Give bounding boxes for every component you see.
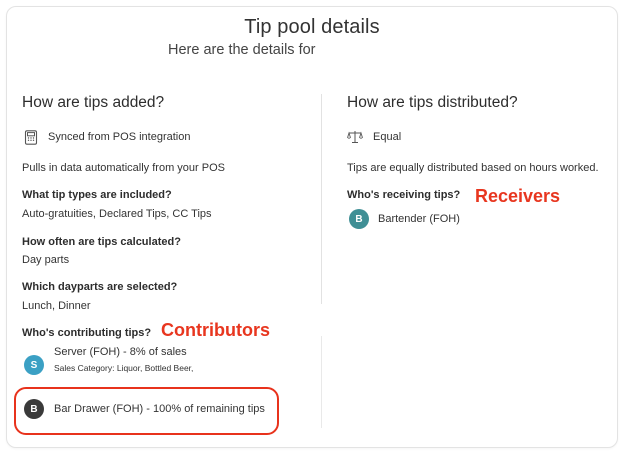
column-divider-lower	[321, 336, 322, 428]
balance-scale-icon	[347, 130, 363, 144]
receivers-annotation: Receivers	[475, 186, 561, 206]
receiving-question: Who's receiving tips?	[347, 189, 461, 201]
receiver-name: Bartender (FOH)	[378, 213, 460, 225]
frequency-question: How often are tips calculated?	[22, 236, 181, 248]
tip-source-label: Synced from POS integration	[48, 131, 191, 143]
tip-types-answer: Auto-gratuities, Declared Tips, CC Tips	[22, 208, 212, 220]
avatar: S	[24, 355, 44, 375]
dayparts-question: Which dayparts are selected?	[22, 281, 178, 293]
contributing-question: Who's contributing tips?	[22, 327, 152, 339]
distribution-description: Tips are equally distributed based on ho…	[347, 162, 599, 174]
distribution-method-row: Equal	[347, 130, 401, 144]
tip-source-description: Pulls in data automatically from your PO…	[22, 162, 225, 174]
tip-pool-card	[6, 6, 618, 448]
tips-added-heading: How are tips added?	[22, 94, 165, 111]
avatar: B	[349, 209, 369, 229]
tip-source-row: Synced from POS integration	[24, 130, 191, 145]
distribution-method-label: Equal	[373, 131, 402, 143]
pos-terminal-icon	[24, 130, 38, 145]
contributor-highlight-box	[14, 387, 279, 435]
column-divider	[321, 94, 322, 304]
page-subtitle: Here are the details for	[168, 42, 316, 58]
frequency-answer: Day parts	[22, 254, 70, 266]
contributor-name: Server (FOH) - 8% of sales	[54, 346, 187, 358]
tips-distributed-heading: How are tips distributed?	[347, 94, 518, 111]
dayparts-answer: Lunch, Dinner	[22, 300, 91, 312]
contributor-detail: Sales Category: Liquor, Bottled Beer,	[54, 363, 194, 373]
page-title: Tip pool details	[244, 16, 380, 38]
contributors-annotation: Contributors	[161, 320, 270, 340]
tip-types-question: What tip types are included?	[22, 189, 172, 201]
